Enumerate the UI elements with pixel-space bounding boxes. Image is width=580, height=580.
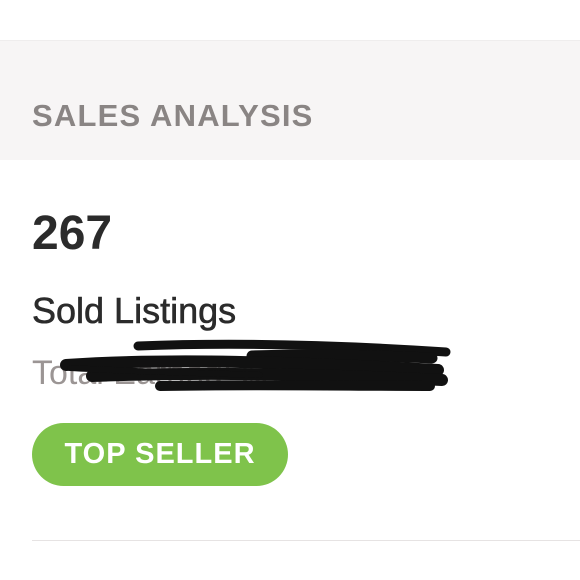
divider — [32, 540, 580, 541]
top-strip — [0, 0, 580, 40]
section-header: SALES ANALYSIS — [0, 40, 580, 160]
sales-analysis-page: SALES ANALYSIS 267 Sold Listings Total E… — [0, 0, 580, 580]
sold-listings-label: Sold Listings — [32, 290, 237, 331]
sold-count: 267 — [32, 207, 113, 260]
top-seller-badge: TOP SELLER — [32, 423, 288, 486]
total-earned: Total Earned: $5,170.97 — [32, 354, 394, 392]
sales-stats-card: 267 Sold Listings Total Earned: $5,170.9… — [0, 160, 580, 580]
section-title: SALES ANALYSIS — [32, 98, 314, 133]
